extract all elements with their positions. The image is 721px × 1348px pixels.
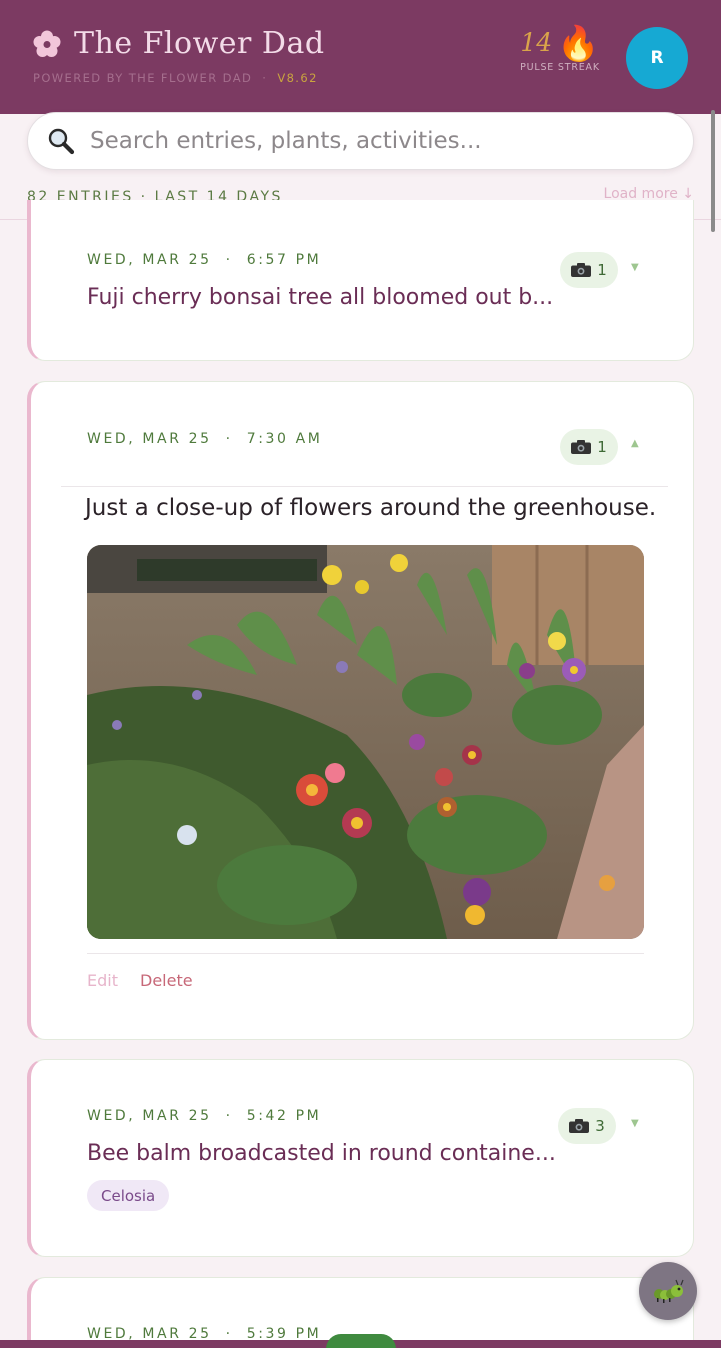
version-label: V8.62 [277,71,318,85]
divider [87,953,644,954]
garden-flowers-image [87,545,644,939]
chevron-down-icon[interactable]: ▼ [631,1118,639,1129]
entry-card[interactable]: WED, MAR 25 · 6:57 PM Fuji cherry bonsai t… [27,200,694,361]
caterpillar-icon [654,1279,684,1303]
chevron-down-icon[interactable]: ▼ [631,262,639,273]
delete-button[interactable]: Delete [140,971,193,990]
streak-label: PULSE STREAK [520,62,600,73]
search-input[interactable] [90,128,650,154]
powered-by-text: POWERED BY THE FLOWER DAD [33,71,253,85]
separator-dot: · [262,71,268,85]
camera-icon [569,1119,590,1133]
entry-card-expanded[interactable]: WED, MAR 25 · 7:30 AM 1 ▲ Just a close-up … [27,381,694,1040]
search-bar[interactable] [27,112,694,170]
pulse-streak[interactable]: 14 🔥 PULSE STREAK [516,24,604,73]
entry-text: Just a close-up of flowers around the gr… [85,495,657,521]
chevron-up-icon[interactable]: ▲ [631,438,639,449]
edit-button[interactable]: Edit [87,971,118,990]
divider [61,486,668,487]
brand[interactable]: The Flower Dad [32,26,325,61]
photo-count-badge[interactable]: 1 [560,429,618,465]
app-title: The Flower Dad [74,26,325,61]
search-icon [48,128,75,155]
bug-report-button[interactable] [639,1262,697,1320]
entry-title: Fuji cherry bonsai tree all bloomed out … [87,285,554,310]
entry-card[interactable]: WED, MAR 25 · 5:42 PM Bee balm broadcasted… [27,1059,694,1257]
entry-date: WED, MAR 25 · 5:42 PM [87,1108,322,1124]
photo-count-badge[interactable]: 3 [558,1108,616,1144]
nav-center-button[interactable] [326,1334,396,1348]
camera-icon [571,440,592,454]
entry-photo[interactable] [87,545,644,939]
fire-icon: 🔥 [557,24,600,64]
app-subtitle: POWERED BY THE FLOWER DAD · V8.62 [33,71,318,85]
streak-count: 14 [520,28,553,57]
flower-icon [33,30,61,57]
entry-title: Bee balm broadcasted in round containe..… [87,1141,556,1166]
camera-icon [571,263,592,277]
scrollbar[interactable] [711,110,715,232]
plant-tag[interactable]: Celosia [87,1180,170,1211]
entry-date: WED, MAR 25 · 7:30 AM [87,431,323,447]
user-avatar[interactable]: R [626,27,688,89]
app-header: The Flower Dad POWERED BY THE FLOWER DAD… [0,0,721,114]
photo-count-badge[interactable]: 1 [560,252,618,288]
entry-date: WED, MAR 25 · 6:57 PM [87,252,322,268]
